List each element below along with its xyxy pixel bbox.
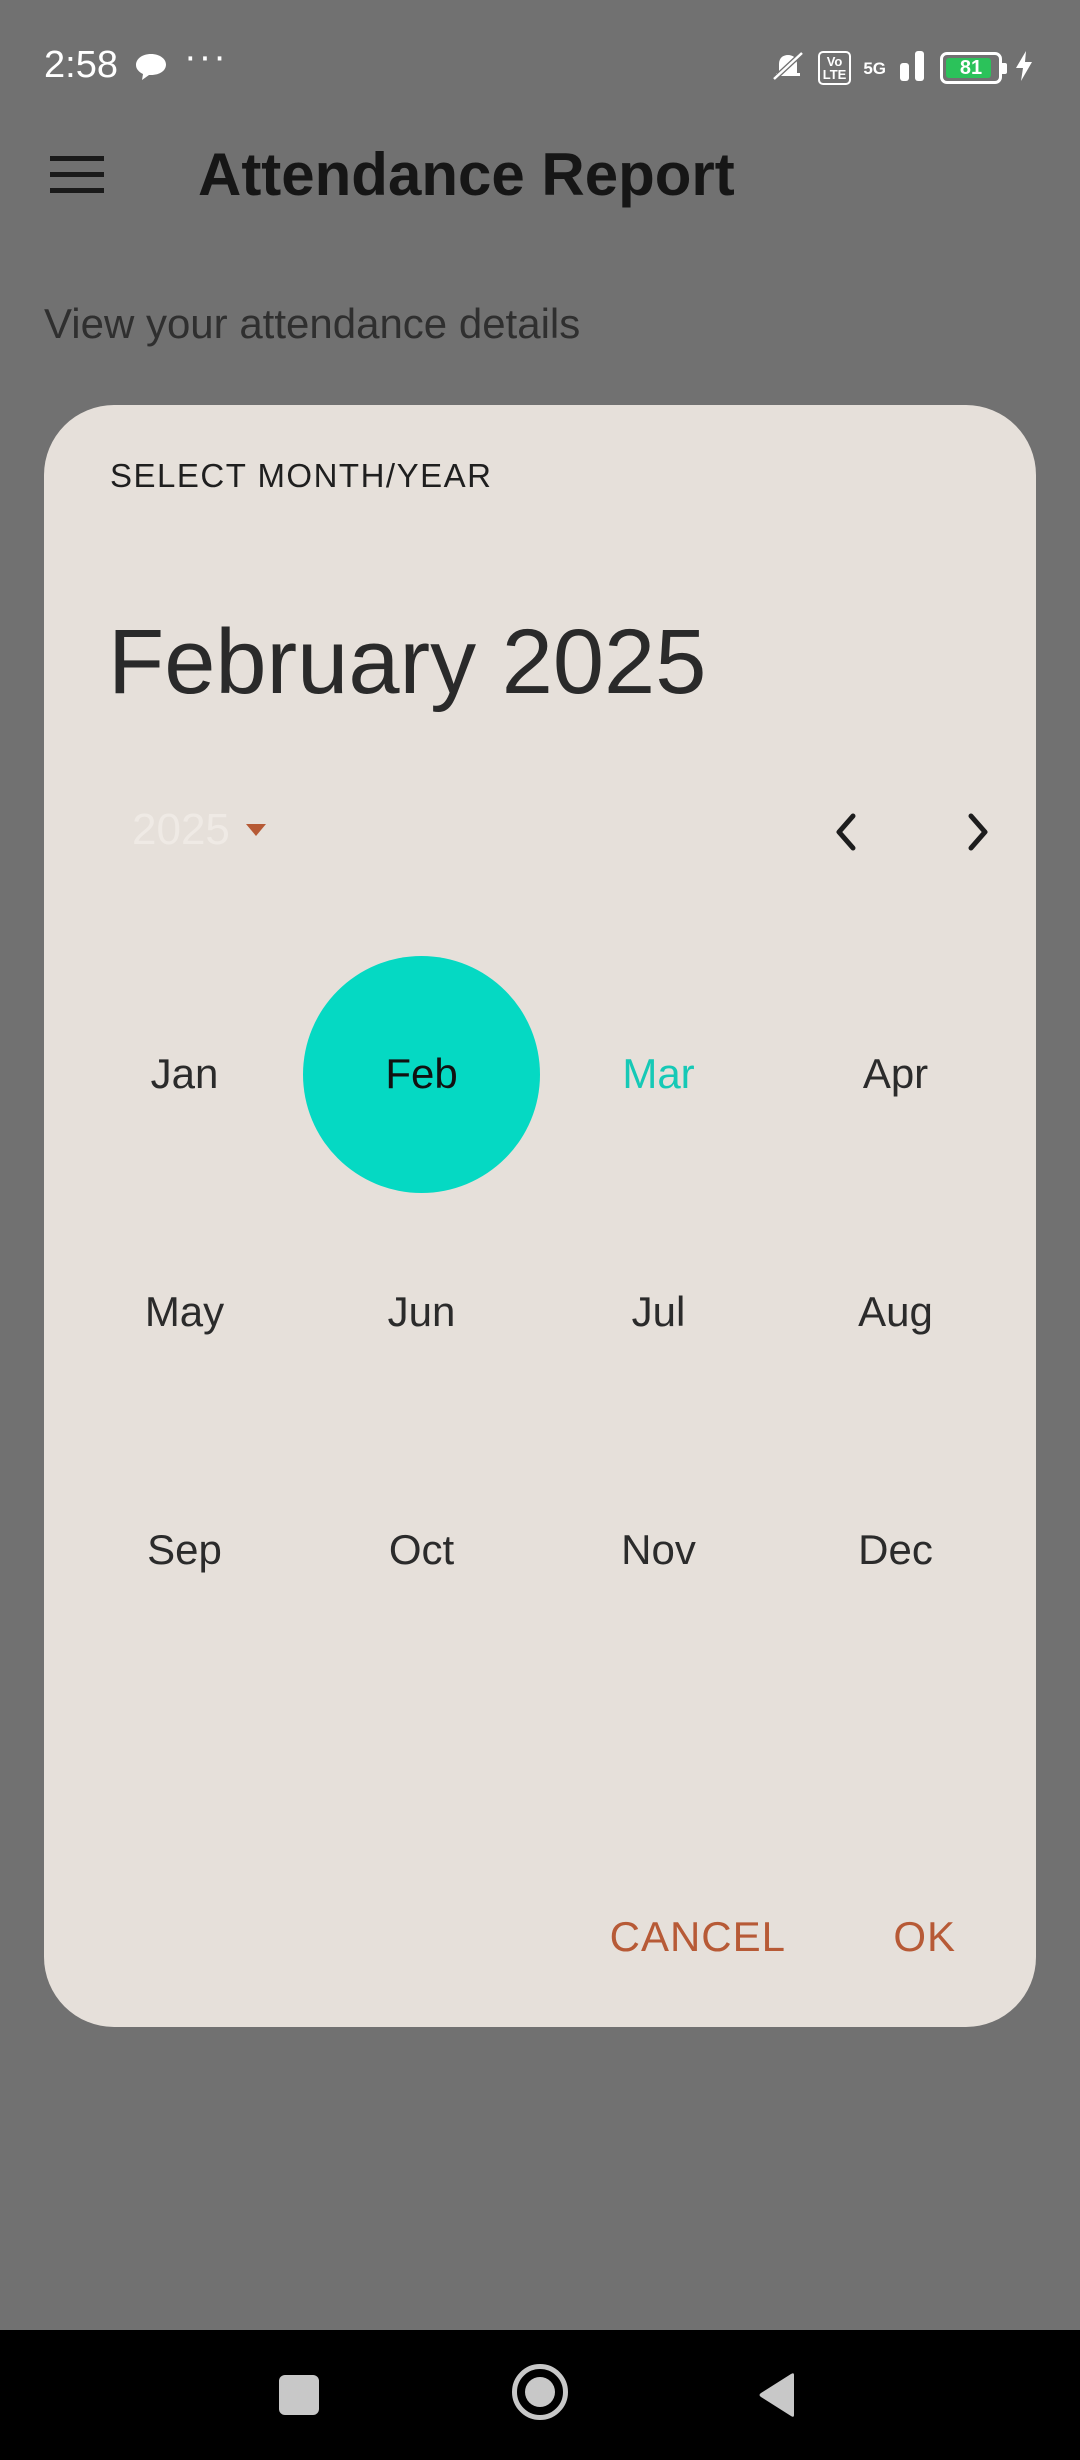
back-button[interactable] <box>756 2371 798 2424</box>
month-circle: Nov <box>540 1432 777 1669</box>
month-aug[interactable]: Aug <box>777 1193 1014 1431</box>
month-apr[interactable]: Apr <box>777 955 1014 1193</box>
year-dropdown[interactable]: 2025 <box>132 805 266 855</box>
back-triangle-icon <box>759 2373 794 2417</box>
volte-icon: Vo LTE <box>817 51 852 85</box>
battery-icon: 81 <box>940 52 1007 84</box>
month-label: Dec <box>858 1526 933 1573</box>
month-dec[interactable]: Dec <box>777 1431 1014 1669</box>
month-circle: Jun <box>303 1194 540 1431</box>
month-label: Apr <box>862 1050 929 1097</box>
page-title: Attendance Report <box>198 141 735 208</box>
next-year-button[interactable] <box>946 800 1010 864</box>
mute-icon <box>770 50 806 87</box>
month-label: Aug <box>858 1288 933 1335</box>
charging-bolt-icon <box>1014 50 1034 87</box>
month-jul[interactable]: Jul <box>540 1193 777 1431</box>
month-label: Jun <box>387 1288 456 1335</box>
month-circle: May <box>66 1194 303 1431</box>
ok-button[interactable]: OK <box>893 1913 956 1961</box>
signal-icon <box>898 49 928 88</box>
month-label: Mar <box>622 1050 695 1097</box>
month-label: Oct <box>388 1526 455 1573</box>
month-circle: Mar <box>540 956 777 1193</box>
month-grid: Jan Feb Mar Apr May Jun Jul Aug Sep Oct Nov Dec <box>66 955 1014 1669</box>
selected-date-display: February 2025 <box>108 611 707 713</box>
month-year-picker-dialog: SELECT MONTH/YEAR February 2025 2025 Jan… <box>44 405 1036 2027</box>
month-circle: Dec <box>777 1432 1014 1669</box>
page-subtitle: View your attendance details <box>44 300 581 347</box>
system-navigation-bar <box>0 2330 1080 2460</box>
month-oct[interactable]: Oct <box>303 1431 540 1669</box>
month-label: Nov <box>621 1526 696 1573</box>
status-icons: Vo LTE 5G 81 <box>770 48 1034 88</box>
selected-month-indicator: Feb <box>303 955 540 1193</box>
cancel-button[interactable]: CANCEL <box>610 1913 786 1961</box>
month-sep[interactable]: Sep <box>66 1431 303 1669</box>
recent-apps-button[interactable] <box>279 2375 319 2415</box>
message-bubble-icon <box>134 52 168 87</box>
year-label: 2025 <box>132 805 230 854</box>
chevron-left-icon <box>836 813 856 851</box>
month-label: Sep <box>147 1526 222 1573</box>
month-label: Jul <box>631 1288 686 1335</box>
month-circle: Sep <box>66 1432 303 1669</box>
month-jun[interactable]: Jun <box>303 1193 540 1431</box>
month-circle: Apr <box>777 956 1014 1193</box>
month-circle: Jul <box>540 1194 777 1431</box>
status-time: 2:58 <box>44 44 118 86</box>
month-mar[interactable]: Mar <box>540 955 777 1193</box>
more-notifications-icon: ··· <box>184 36 228 78</box>
chevron-right-icon <box>968 813 988 851</box>
month-circle: Aug <box>777 1194 1014 1431</box>
month-nov[interactable]: Nov <box>540 1431 777 1669</box>
network-5g-icon: 5G <box>863 58 886 78</box>
previous-year-button[interactable] <box>814 800 878 864</box>
home-button[interactable] <box>512 2364 568 2420</box>
month-jan[interactable]: Jan <box>66 955 303 1193</box>
month-label: May <box>144 1288 225 1335</box>
month-label: Jan <box>150 1050 219 1097</box>
month-circle: Jan <box>66 956 303 1193</box>
battery-level: 81 <box>959 56 983 79</box>
month-circle: Oct <box>303 1432 540 1669</box>
status-bar: 2:58 ··· Vo LTE 5G 81 <box>0 0 1080 135</box>
dialog-header: SELECT MONTH/YEAR <box>110 457 493 494</box>
menu-icon[interactable] <box>50 156 104 196</box>
month-may[interactable]: May <box>66 1193 303 1431</box>
dropdown-arrow-icon <box>245 824 266 836</box>
month-feb[interactable]: Feb <box>303 955 540 1193</box>
month-label: Feb <box>385 1050 458 1097</box>
